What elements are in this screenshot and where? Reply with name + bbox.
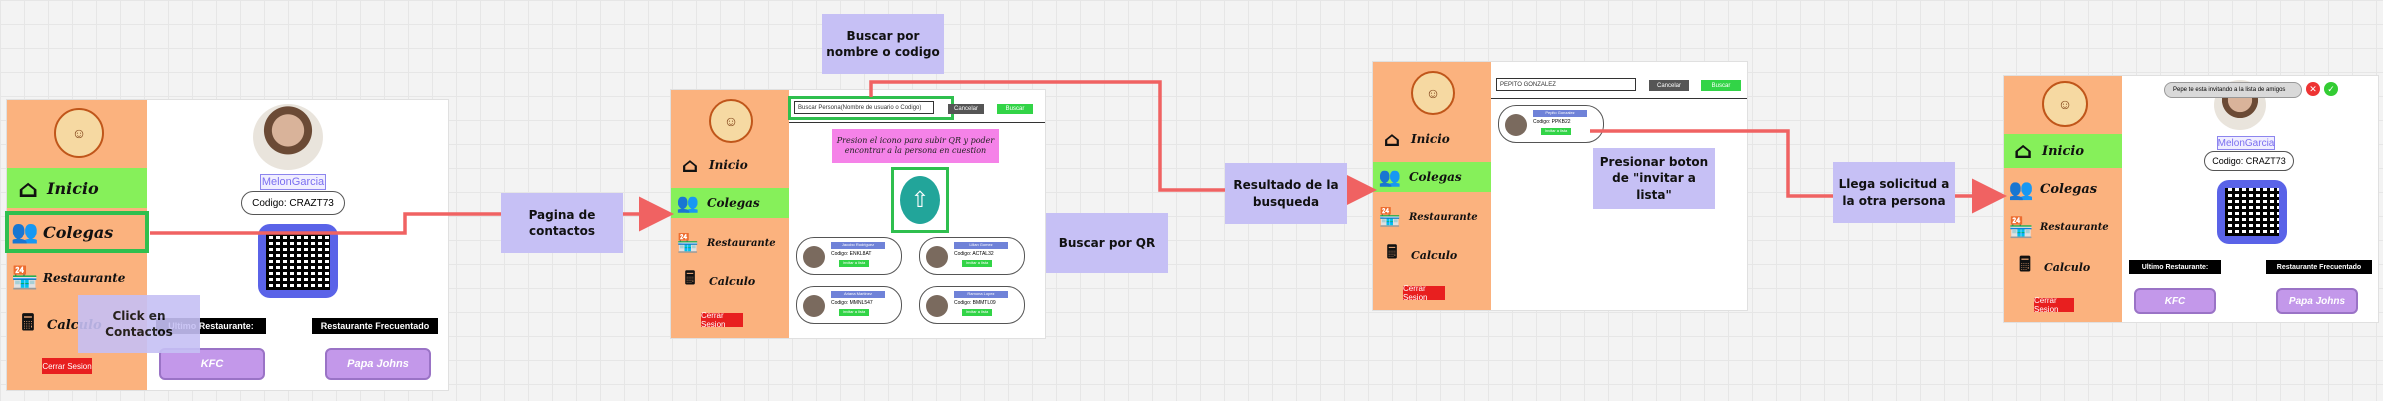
note-buscar-nombre: Buscar por nombre o codigo [822, 14, 944, 74]
note-resultado: Resultado de la busqueda [1225, 163, 1347, 224]
note-buscar-qr: Buscar por QR [1046, 213, 1168, 273]
note-pagina-contactos: Pagina de contactos [501, 193, 623, 253]
note-presionar: Presionar boton de "invitar a lista" [1593, 148, 1715, 209]
note-llega: Llega solicitud a la otra persona [1833, 162, 1955, 223]
flow-arrows [150, 80, 2007, 235]
